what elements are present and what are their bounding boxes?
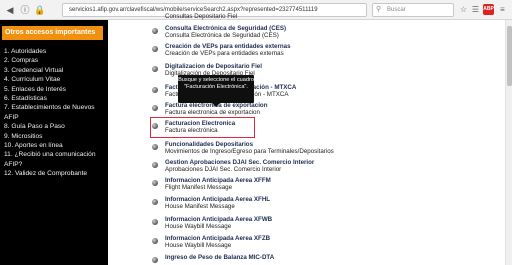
bullet-icon (152, 219, 158, 225)
bullet-icon (152, 105, 158, 111)
highlight-box (150, 117, 255, 138)
sidebar-item-validez[interactable]: 12. Validez de Comprobante (4, 169, 106, 178)
sidebar-item-comunicacion[interactable]: 11. ¿Recibió una comunicación AFIP? (4, 150, 104, 169)
service-subtitle: Consulta Electrónica de Seguridad (CES) (165, 32, 279, 40)
service-subtitle: Movimientos de Ingreso/Egreso para Termi… (165, 148, 334, 156)
bullet-icon (152, 66, 158, 72)
lock-icon[interactable]: 🔒 (33, 3, 47, 17)
scrollbar[interactable] (505, 20, 512, 265)
bookmarks-icon[interactable]: ☰ (470, 4, 481, 15)
adblock-icon[interactable]: ABP (483, 4, 494, 15)
bullet-icon (152, 257, 158, 263)
search-placeholder: Buscar (387, 7, 406, 13)
scrollbar-thumb[interactable] (507, 26, 512, 86)
service-title: Consulta Electrónica de Seguridad (CES) (165, 25, 287, 32)
sidebar-item-enlaces[interactable]: 5. Enlaces de Interés (4, 85, 106, 94)
sidebar-item-credencial[interactable]: 3. Credencial Virtual (4, 66, 106, 75)
service-subtitle: House Waybill Message (165, 242, 232, 250)
service-subtitle: Aprobaciones DJAI Sec. Comercio Interior (165, 166, 282, 174)
sidebar-item-aportes[interactable]: 10. Aportes en línea (4, 141, 106, 150)
service-subtitle: House Manifest Message (165, 203, 235, 211)
browser-toolbar: ◀ ⓘ 🔒 servicios1.afip.gov.ar/clavefiscal… (0, 0, 512, 20)
service-subtitle: Factura electronica de exportacion (165, 109, 260, 117)
service-title: Ingreso de Peso de Balanza MIC-DTA (165, 254, 275, 261)
instruction-tooltip: Busque y seleccione el cuadro "Facturaci… (178, 75, 254, 107)
sidebar-item-guia[interactable]: 8. Guía Paso a Paso (4, 122, 106, 131)
sidebar-item-compras[interactable]: 2. Compras (4, 56, 106, 65)
service-title: Digitalizacion de Depositario Fiel (165, 63, 262, 70)
sidebar-item-curriculum[interactable]: 4. Currículum Vitae (4, 75, 106, 84)
bullet-icon (152, 87, 158, 93)
menu-icon[interactable]: ≡ (497, 4, 508, 15)
service-title: Creación de VEPs para entidades externas (165, 43, 291, 50)
service-subtitle: House Waybill Message (165, 223, 232, 231)
sidebar-item-estadisticas[interactable]: 6. Estadísticas (4, 94, 106, 103)
star-icon[interactable]: ☆ (458, 4, 469, 15)
service-title: Informacion Anticipada Aerea XFZB (165, 235, 271, 242)
search-input[interactable]: ⚲ Buscar (372, 3, 454, 17)
service-subtitle: Creación de VEPs para entidades externas (165, 50, 284, 58)
service-title: Gestion Aprobaciones DJAI Sec. Comercio … (165, 159, 315, 166)
search-icon: ⚲ (376, 6, 382, 13)
service-title: Informacion Anticipada Aerea XFFM (165, 177, 271, 184)
service-subtitle: Flight Manifest Message (165, 184, 233, 192)
tooltip-text: Busque y seleccione el cuadro "Facturaci… (178, 77, 254, 90)
service-title: Informacion Anticipada Aerea XFWB (165, 216, 273, 223)
sidebar-header: Otros accesos importantes (2, 26, 103, 40)
service-subtitle: Consultas Depositario Fiel (165, 13, 238, 20)
service-title: Funcionalidades Depositarios (165, 141, 254, 148)
sidebar: Otros accesos importantes 1. Autoridades… (0, 20, 108, 265)
bullet-icon (152, 180, 158, 186)
service-title: Informacion Anticipada Aerea XFHL (165, 196, 271, 203)
bullet-icon (152, 238, 158, 244)
sidebar-list: 1. Autoridades 2. Compras 3. Credencial … (4, 47, 106, 179)
sidebar-item-establecimientos[interactable]: 7. Establecimientos de Nuevos AFIP (4, 103, 104, 122)
bullet-icon (152, 28, 158, 34)
back-icon[interactable]: ◀ (3, 3, 17, 17)
sidebar-item-micrositios[interactable]: 9. Micrositios (4, 132, 106, 141)
bullet-icon (152, 144, 158, 150)
bullet-icon (152, 199, 158, 205)
sidebar-item-autoridades[interactable]: 1. Autoridades (4, 47, 106, 56)
bullet-icon (152, 46, 158, 52)
bullet-icon (152, 162, 158, 168)
info-icon[interactable]: ⓘ (18, 3, 32, 17)
